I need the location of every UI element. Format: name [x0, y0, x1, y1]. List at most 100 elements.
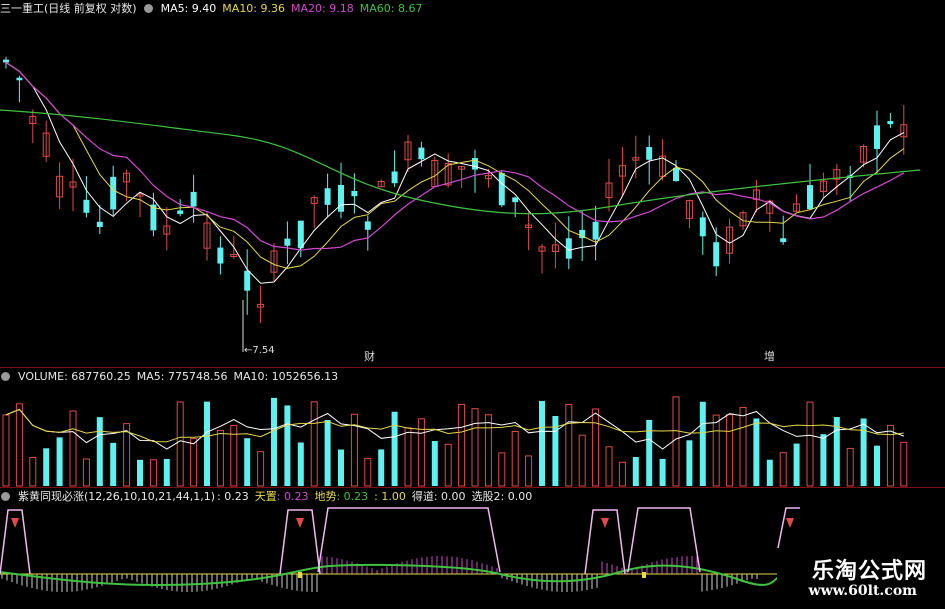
price-panel: 三一重工(日线 前复权 对数) MA5: 9.40 MA10: 9.36 MA2… [0, 0, 945, 368]
volume-bar [618, 461, 626, 487]
ma60-line [0, 109, 921, 215]
volume-panel: VOLUME: 687760.25 MA5: 775748.56 MA10: 1… [0, 368, 945, 488]
candle-body [324, 188, 331, 205]
candle-body [592, 221, 599, 240]
volume-bar [592, 408, 600, 487]
volume-bar [310, 401, 318, 487]
volume-bar [15, 403, 23, 487]
volume-bar [284, 405, 291, 486]
candle-body [887, 121, 894, 125]
volume-bar [391, 411, 398, 486]
volume-bar [69, 410, 77, 487]
volume-bar [900, 441, 908, 487]
candle-body [110, 176, 117, 210]
volume-bar [43, 448, 50, 486]
candle-body [874, 125, 880, 149]
volume-bar [190, 437, 198, 487]
candle-body [498, 173, 505, 206]
volume-bar [324, 420, 331, 486]
candle-body [418, 147, 425, 160]
volume-bar [846, 447, 854, 487]
candle-body [83, 199, 90, 213]
watermark-title: 乐淘公式网 [811, 559, 927, 584]
candle-body [646, 147, 653, 160]
volume-bar [110, 442, 117, 486]
volume-bar [338, 449, 344, 486]
yellow-marker [298, 572, 302, 578]
candle-body [351, 190, 358, 197]
volume-chart[interactable] [0, 368, 945, 488]
volume-bar [806, 401, 814, 487]
volume-bar [874, 445, 880, 486]
volume-bar [565, 403, 573, 487]
volume-bar [123, 423, 131, 487]
site-watermark: 乐淘公式网 www.60lt.com [777, 549, 945, 609]
volume-bar [176, 401, 184, 487]
volume-bar [56, 437, 63, 486]
volume-bar [271, 397, 277, 486]
volume-bar [444, 443, 452, 487]
volume-bar [431, 441, 438, 486]
candle-body [364, 221, 371, 230]
volume-bar [498, 452, 506, 487]
volume-bar [204, 401, 210, 486]
volume-ma5-line [5, 408, 904, 450]
signal-pulse [777, 507, 800, 549]
volume-bar [29, 457, 37, 487]
candle-body [297, 220, 304, 249]
volume-bar [137, 459, 143, 486]
candle-body [177, 210, 184, 214]
signal-pulse [317, 507, 501, 573]
volume-bar [82, 458, 90, 487]
volume-bar [686, 440, 693, 486]
volume-bar [244, 438, 251, 486]
volume-bar [525, 455, 533, 487]
volume-bar [659, 458, 666, 486]
candle-body [807, 185, 813, 210]
volume-bar [578, 434, 586, 487]
candle-body [512, 197, 519, 203]
watermark-url: www.60lt.com [808, 583, 917, 599]
candlestick-chart[interactable] [0, 0, 945, 368]
signal-arrow-icon [296, 518, 304, 528]
volume-bar [820, 434, 827, 486]
volume-bar [699, 401, 706, 486]
candle-body [780, 238, 787, 243]
volume-bar [297, 442, 304, 486]
candle-body [338, 185, 344, 212]
candle-body [96, 221, 103, 228]
volume-bar [96, 417, 103, 486]
volume-bar [726, 414, 734, 487]
low-price-marker: ←7.54 [244, 345, 275, 356]
candle-body [673, 168, 679, 182]
candle-body [284, 238, 291, 246]
volume-bar [458, 403, 466, 487]
volume-bar [793, 443, 800, 486]
candle-body [699, 217, 706, 237]
volume-bar [539, 400, 545, 486]
event-note-2: 增 [764, 350, 775, 363]
signal-arrow-icon [601, 518, 609, 528]
candle-body [391, 171, 398, 184]
signal-pulse [627, 507, 701, 573]
signal-arrow-icon [11, 518, 19, 528]
candle-body [244, 270, 251, 291]
volume-bar [257, 451, 265, 487]
volume-bar [511, 430, 519, 487]
volume-bar [404, 427, 412, 487]
volume-bar [471, 408, 479, 487]
candle-body [713, 242, 720, 267]
volume-bar [739, 406, 747, 487]
volume-bar [632, 457, 639, 486]
yellow-marker [642, 572, 646, 578]
volume-bar [378, 449, 385, 486]
volume-bar [646, 419, 653, 486]
candle-body [3, 59, 9, 63]
event-note-1: 财 [364, 350, 375, 363]
signal-arrow-icon [786, 518, 794, 528]
volume-bar [753, 418, 760, 486]
volume-bar [216, 429, 224, 487]
low-price-value: 7.54 [252, 345, 275, 356]
volume-bar [364, 458, 372, 487]
volume-bar [712, 414, 720, 487]
